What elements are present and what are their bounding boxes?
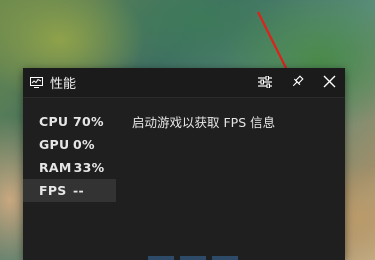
pin-button[interactable] [281,68,313,98]
metric-label: GPU [39,137,70,152]
metric-cpu[interactable]: CPU 70% [23,110,116,133]
metric-label: CPU [39,114,69,129]
metric-value: 33% [73,160,105,175]
performance-widget: 性能 CPU 70% GPU 0% RAM 33% FPS -- 启动游戏以获取… [23,68,345,260]
widget-title: 性能 [50,77,77,92]
widget-titlebar[interactable]: 性能 [23,68,345,98]
sliders-icon [258,73,272,92]
metric-ram[interactable]: RAM 33% [23,156,116,179]
widget-content: CPU 70% GPU 0% RAM 33% FPS -- 启动游戏以获取 FP… [23,98,345,260]
fps-info-message: 启动游戏以获取 FPS 信息 [132,115,276,130]
metric-label: RAM [39,160,72,175]
metric-value: 70% [73,114,104,129]
options-button[interactable] [249,68,281,98]
metric-gpu[interactable]: GPU 0% [23,133,116,156]
taskbar-glimpse [148,256,268,260]
performance-monitor-icon [30,76,44,90]
metrics-list: CPU 70% GPU 0% RAM 33% FPS -- [23,98,116,260]
metric-fps[interactable]: FPS -- [23,179,116,202]
close-button[interactable] [313,68,345,98]
close-icon [323,73,336,92]
metric-value: 0% [73,137,95,152]
pin-icon [291,73,304,92]
metric-label: FPS [39,183,67,198]
metric-value: -- [73,183,84,198]
